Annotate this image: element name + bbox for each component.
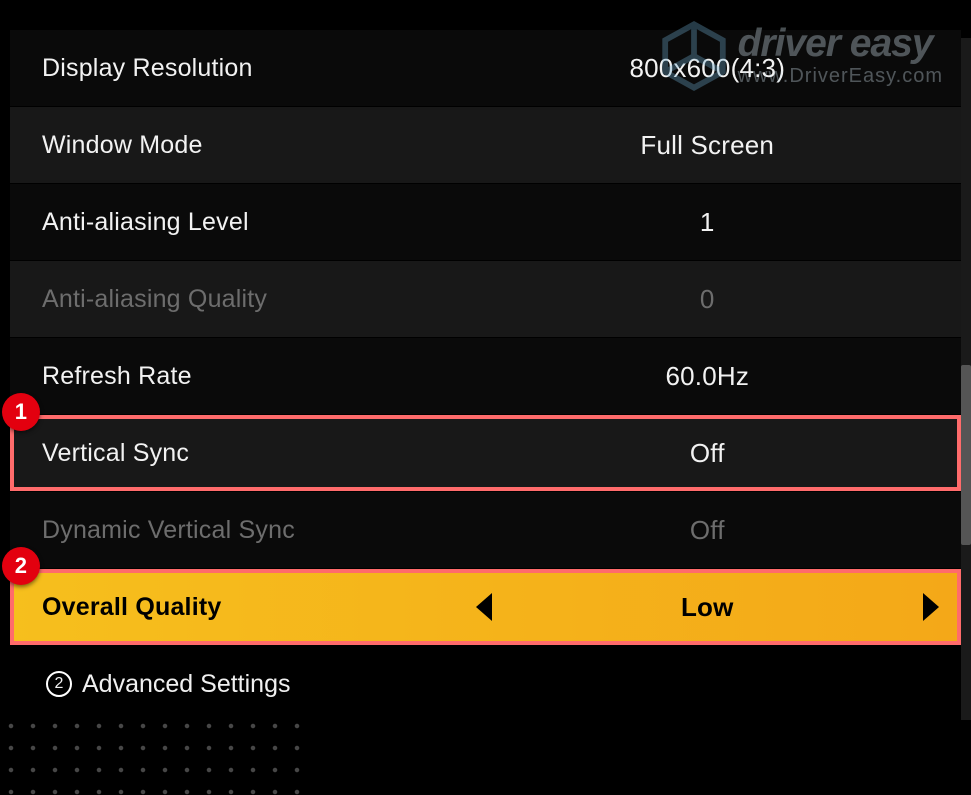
settings-panel: Display Resolution 800x600(4:3) Window M… — [10, 30, 961, 722]
setting-value: Off — [486, 438, 930, 469]
setting-label: Dynamic Vertical Sync — [42, 516, 486, 545]
setting-label: Window Mode — [42, 131, 486, 160]
callout-badge-1: 1 — [2, 393, 40, 431]
scrollbar-thumb[interactable] — [961, 365, 971, 545]
decorative-dots — [0, 715, 300, 795]
setting-value: 60.0Hz — [486, 361, 930, 392]
setting-display-resolution[interactable]: Display Resolution 800x600(4:3) — [10, 30, 961, 106]
setting-value: 800x600(4:3) — [486, 53, 930, 84]
circled-number-icon: 2 — [46, 671, 72, 697]
scrollbar[interactable] — [961, 38, 971, 720]
setting-refresh-rate[interactable]: Refresh Rate 60.0Hz — [10, 338, 961, 414]
setting-value[interactable]: Low — [486, 593, 930, 621]
setting-value-text: Low — [681, 592, 734, 623]
advanced-settings[interactable]: 2 Advanced Settings — [10, 646, 961, 722]
setting-label: Vertical Sync — [42, 439, 486, 468]
setting-value: Off — [486, 515, 930, 546]
setting-label: Anti-aliasing Level — [42, 208, 486, 237]
setting-window-mode[interactable]: Window Mode Full Screen — [10, 107, 961, 183]
setting-overall-quality[interactable]: 2 Overall Quality Low — [10, 569, 961, 645]
chevron-right-icon[interactable] — [923, 593, 939, 621]
setting-anti-aliasing-level[interactable]: Anti-aliasing Level 1 — [10, 184, 961, 260]
setting-anti-aliasing-quality: Anti-aliasing Quality 0 — [10, 261, 961, 337]
setting-label: Anti-aliasing Quality — [42, 285, 486, 314]
advanced-settings-label: Advanced Settings — [82, 670, 290, 699]
setting-value: Full Screen — [486, 130, 930, 161]
callout-badge-2: 2 — [2, 547, 40, 585]
setting-label: Overall Quality — [42, 593, 486, 622]
setting-value: 1 — [486, 207, 930, 238]
setting-value: 0 — [486, 284, 930, 315]
setting-vertical-sync[interactable]: 1 Vertical Sync Off — [10, 415, 961, 491]
setting-dynamic-vertical-sync: Dynamic Vertical Sync Off — [10, 492, 961, 568]
setting-label: Display Resolution — [42, 54, 486, 83]
chevron-left-icon[interactable] — [476, 593, 492, 621]
setting-label: Refresh Rate — [42, 362, 486, 391]
